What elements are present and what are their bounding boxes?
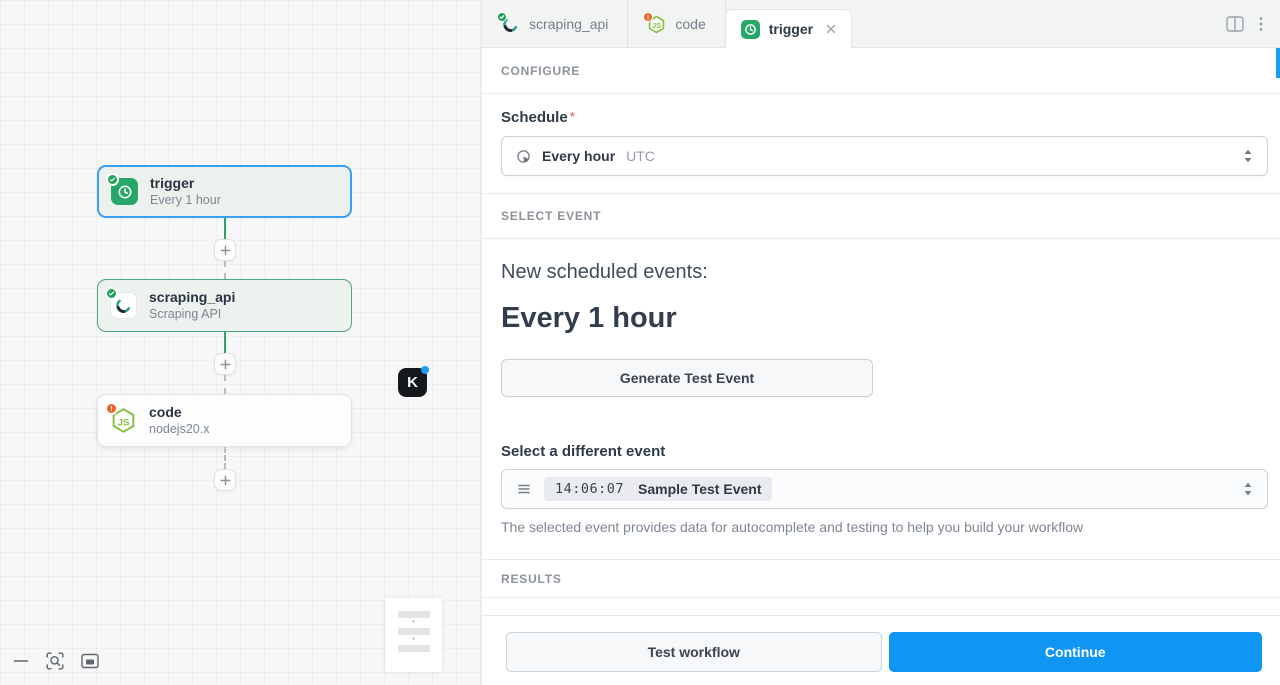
workflow-canvas[interactable]: trigger Every 1 hour scraping_api Scrapi… (0, 0, 481, 685)
node-code[interactable]: JS code nodejs20.x (97, 394, 352, 447)
selected-event-pill: 14:06:07 Sample Test Event (544, 477, 772, 501)
select-event-section-header: SELECT EVENT (482, 194, 1280, 239)
svg-text:JS: JS (118, 417, 130, 428)
success-check-badge (105, 287, 118, 300)
scheduled-events-value: Every 1 hour (501, 301, 1268, 335)
minimap-node-bar (398, 628, 430, 635)
connector-line (224, 261, 226, 279)
tabbar-actions (1226, 0, 1280, 48)
minimap-toggle-icon[interactable] (81, 653, 99, 669)
event-section: New scheduled events: Every 1 hour Gener… (482, 239, 1280, 560)
add-step-button[interactable] (214, 239, 236, 261)
canvas-controls (13, 652, 99, 670)
node-trigger[interactable]: trigger Every 1 hour (97, 165, 352, 218)
schedule-label: Schedule (501, 109, 568, 126)
schedule-timezone: UTC (626, 148, 655, 164)
notification-dot (421, 366, 429, 374)
clock-icon (111, 178, 138, 205)
schedule-value: Every hour (542, 148, 615, 164)
event-select[interactable]: 14:06:07 Sample Test Event (501, 469, 1268, 509)
event-help-text: The selected event provides data for aut… (501, 519, 1268, 536)
success-check-badge (497, 12, 507, 22)
minimap-dot (412, 620, 415, 623)
interval-clock-icon (516, 149, 531, 164)
minimap-dot (412, 637, 415, 640)
node-title: trigger (150, 175, 221, 192)
add-step-button[interactable] (214, 469, 236, 491)
configure-section-header: CONFIGURE (482, 48, 1280, 94)
svg-text:JS: JS (652, 21, 661, 30)
test-workflow-button[interactable]: Test workflow (506, 632, 882, 672)
k-extension-widget[interactable]: K (398, 368, 427, 397)
workflow-minimap[interactable] (385, 598, 442, 672)
select-chevron-icon (1243, 148, 1253, 164)
more-options-icon[interactable] (1259, 16, 1263, 32)
nodejs-icon: JS (647, 15, 666, 34)
workflow-builder-app: trigger Every 1 hour scraping_api Scrapi… (0, 0, 1280, 685)
scraping-api-icon (110, 292, 137, 319)
scraping-api-icon (501, 15, 520, 34)
results-section-header: RESULTS (482, 560, 1280, 598)
node-title: code (149, 404, 209, 421)
required-mark: * (570, 109, 575, 124)
node-subtitle: Scraping API (149, 307, 235, 322)
config-panel: scraping_api JS code trigger (481, 0, 1280, 685)
scheduled-events-heading: New scheduled events: (501, 260, 1268, 284)
k-letter: K (407, 374, 418, 391)
nodejs-icon: JS (110, 407, 137, 434)
clock-icon (741, 20, 760, 39)
tab-label: trigger (769, 21, 813, 37)
tab-label: scraping_api (529, 16, 608, 32)
connector-line (224, 332, 226, 353)
results-spacer (482, 598, 1280, 616)
panel-footer: Test workflow Continue (482, 616, 1280, 685)
schedule-section: Schedule* Every hour UTC (482, 94, 1280, 194)
success-check-badge (106, 173, 119, 186)
tab-trigger[interactable]: trigger (725, 9, 852, 48)
zoom-to-fit-icon[interactable] (46, 652, 64, 670)
split-view-icon[interactable] (1226, 16, 1244, 32)
node-title: scraping_api (149, 289, 235, 306)
node-subtitle: Every 1 hour (150, 193, 221, 208)
close-tab-icon[interactable] (826, 24, 836, 34)
event-list-icon (516, 481, 532, 497)
connector-line (224, 218, 226, 239)
zoom-out-icon[interactable] (13, 653, 29, 669)
schedule-select[interactable]: Every hour UTC (501, 136, 1268, 176)
node-scraping-api[interactable]: scraping_api Scraping API (97, 279, 352, 332)
connector-line (224, 375, 226, 394)
add-step-button[interactable] (214, 353, 236, 375)
panel-tabbar: scraping_api JS code trigger (482, 0, 1280, 48)
select-chevron-icon (1243, 481, 1253, 497)
minimap-node-bar (398, 645, 430, 652)
continue-button[interactable]: Continue (889, 632, 1263, 672)
different-event-label: Select a different event (501, 444, 1268, 460)
minimap-node-bar (398, 611, 430, 618)
panel-scrollbar-thumb[interactable] (1276, 48, 1280, 78)
warning-alert-badge (105, 402, 118, 415)
event-name: Sample Test Event (638, 481, 761, 497)
warning-alert-badge (643, 12, 653, 22)
tab-label: code (675, 16, 705, 32)
event-timestamp: 14:06:07 (555, 481, 624, 497)
generate-test-event-button[interactable]: Generate Test Event (501, 359, 873, 397)
node-subtitle: nodejs20.x (149, 422, 209, 437)
tab-code[interactable]: JS code (628, 0, 725, 48)
tab-scraping-api[interactable]: scraping_api (482, 0, 628, 48)
connector-line (224, 447, 226, 469)
